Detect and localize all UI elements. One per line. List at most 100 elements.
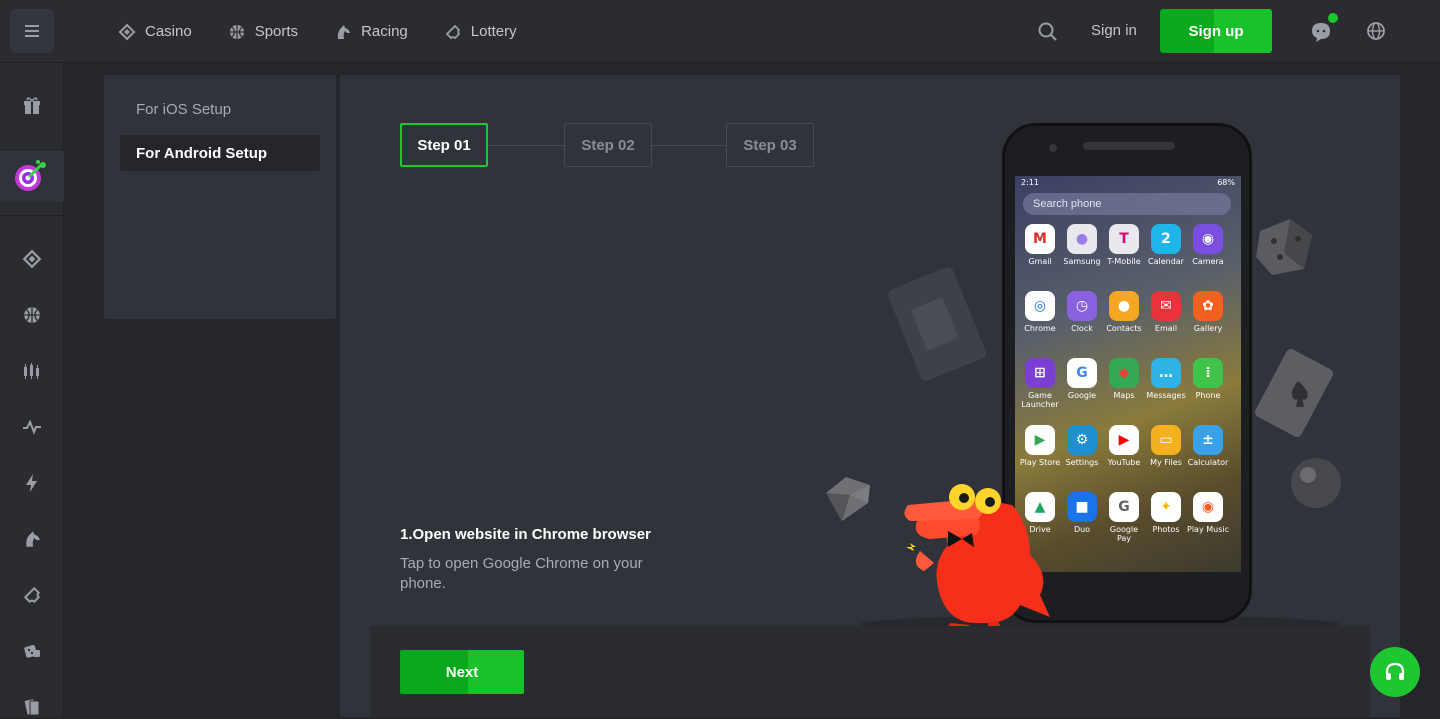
phone-camera bbox=[1049, 144, 1057, 152]
app-icon: ▶ bbox=[1109, 425, 1139, 455]
playing-card-icon bbox=[888, 267, 986, 381]
nav-racing[interactable]: Racing bbox=[334, 23, 408, 41]
sidebar bbox=[0, 63, 64, 717]
phone-illustration: 2:11 68% Search phone M Gmail ● Samsung T T-M… bbox=[810, 115, 1370, 637]
search-icon[interactable] bbox=[1036, 20, 1060, 44]
app-icon: G bbox=[1109, 492, 1139, 522]
phone-search-bar: Search phone bbox=[1023, 193, 1231, 215]
cards-icon[interactable] bbox=[20, 695, 44, 719]
android-setup-link[interactable]: For Android Setup bbox=[120, 135, 320, 171]
spade-card-icon bbox=[1254, 349, 1334, 437]
signin-link[interactable]: Sign in bbox=[1091, 22, 1137, 39]
dice-icon[interactable] bbox=[20, 639, 44, 663]
nav-sports-label: Sports bbox=[254, 23, 299, 40]
app-label: Calculator bbox=[1187, 458, 1229, 467]
support-button[interactable] bbox=[1370, 647, 1420, 697]
app-label: Photos bbox=[1152, 525, 1180, 534]
top-bar: Casino Sports Racing Lottery Sign in Sig… bbox=[0, 0, 1440, 63]
phone-app: M Gmail bbox=[1019, 224, 1061, 285]
app-icon: 2 bbox=[1151, 224, 1181, 254]
app-icon: ◆ bbox=[1109, 358, 1139, 388]
hamburger-icon bbox=[25, 25, 39, 37]
nav-casino[interactable]: Casino bbox=[118, 23, 192, 41]
phone-app: G Google Pay bbox=[1103, 492, 1145, 553]
promo-tile[interactable] bbox=[0, 150, 64, 202]
app-icon: ✿ bbox=[1193, 291, 1223, 321]
gift-icon[interactable] bbox=[20, 94, 44, 118]
app-label: T-Mobile bbox=[1107, 257, 1141, 266]
step-connector bbox=[652, 145, 726, 146]
main-nav: Casino Sports Racing Lottery bbox=[118, 0, 553, 63]
nav-lottery[interactable]: Lottery bbox=[444, 23, 517, 41]
menu-button[interactable] bbox=[10, 9, 54, 53]
step-02-tab[interactable]: Step 02 bbox=[564, 123, 652, 167]
lightning-icon[interactable] bbox=[20, 471, 44, 495]
app-icon: ✦ bbox=[1151, 492, 1181, 522]
app-label: Chrome bbox=[1024, 324, 1056, 333]
nav-casino-label: Casino bbox=[145, 23, 192, 40]
app-icon: ◎ bbox=[1025, 291, 1055, 321]
app-label: Gmail bbox=[1028, 257, 1052, 266]
gem-decor-icon bbox=[826, 477, 870, 521]
horse-icon bbox=[337, 24, 351, 39]
step-03-tab[interactable]: Step 03 bbox=[726, 123, 814, 167]
basketball-icon bbox=[229, 24, 244, 39]
app-icon: ▭ bbox=[1151, 425, 1181, 455]
app-label: Google Pay bbox=[1109, 525, 1139, 543]
app-label: Duo bbox=[1073, 525, 1091, 534]
pulse-icon[interactable] bbox=[20, 415, 44, 439]
next-button[interactable]: Next bbox=[400, 650, 524, 694]
app-icon: ⊞ bbox=[1025, 358, 1055, 388]
app-icon: ▶ bbox=[1025, 425, 1055, 455]
nav-sports[interactable]: Sports bbox=[228, 23, 298, 41]
app-label: Gallery bbox=[1193, 324, 1223, 333]
phone-app: ◉ Camera bbox=[1187, 224, 1229, 285]
target-promo-icon bbox=[15, 160, 46, 191]
candles-icon[interactable] bbox=[20, 359, 44, 383]
sidebar-ticket-icon[interactable] bbox=[20, 583, 44, 607]
sidebar-casino-icon[interactable] bbox=[20, 247, 44, 271]
ticket-icon bbox=[445, 24, 461, 39]
phone-app: 2 Calendar bbox=[1145, 224, 1187, 285]
app-icon: ● bbox=[1067, 224, 1097, 254]
phone-app: ⁞ Phone bbox=[1187, 358, 1229, 419]
phone-time: 2:11 bbox=[1021, 178, 1039, 187]
phone-app: ▶ YouTube bbox=[1103, 425, 1145, 486]
instruction-description: Tap to open Google Chrome on your phone. bbox=[400, 555, 643, 592]
nav-racing-label: Racing bbox=[361, 23, 408, 40]
app-icon: ⚙ bbox=[1067, 425, 1097, 455]
app-label: Contacts bbox=[1106, 324, 1142, 333]
setup-content: Step 01 Step 02 Step 03 2:11 68% Search … bbox=[340, 75, 1400, 717]
app-label: Maps bbox=[1113, 391, 1135, 400]
app-label: Settings bbox=[1065, 458, 1099, 467]
app-label: Phone bbox=[1195, 391, 1221, 400]
step-footer: Next bbox=[370, 626, 1370, 717]
app-icon: G bbox=[1067, 358, 1097, 388]
ball-decor-icon bbox=[1291, 458, 1341, 508]
phone-app: ± Calculator bbox=[1187, 425, 1229, 486]
step-01-tab[interactable]: Step 01 bbox=[400, 123, 488, 167]
app-icon: … bbox=[1151, 358, 1181, 388]
app-label: Play Music bbox=[1187, 525, 1229, 534]
phone-app: ▭ My Files bbox=[1145, 425, 1187, 486]
chat-icon[interactable] bbox=[1308, 19, 1334, 45]
app-icon: ■ bbox=[1067, 492, 1097, 522]
headset-icon bbox=[1385, 662, 1405, 680]
app-label: Clock bbox=[1071, 324, 1093, 333]
phone-app: ⊞ Game Launcher bbox=[1019, 358, 1061, 419]
phone-app: ● Contacts bbox=[1103, 291, 1145, 352]
ios-setup-link[interactable]: For iOS Setup bbox=[136, 101, 231, 118]
step-connector bbox=[488, 145, 564, 146]
app-icon: ● bbox=[1109, 291, 1139, 321]
nav-lottery-label: Lottery bbox=[470, 23, 517, 40]
phone-app: ✿ Gallery bbox=[1187, 291, 1229, 352]
app-label: Game Launcher bbox=[1021, 391, 1059, 409]
phone-app: … Messages bbox=[1145, 358, 1187, 419]
sidebar-sports-icon[interactable] bbox=[20, 303, 44, 327]
phone-app: G Google bbox=[1061, 358, 1103, 419]
globe-icon[interactable] bbox=[1364, 19, 1388, 43]
sidebar-horse-icon[interactable] bbox=[20, 527, 44, 551]
signup-button[interactable]: Sign up bbox=[1160, 9, 1272, 53]
app-icon: ✉ bbox=[1151, 291, 1181, 321]
app-icon: ◉ bbox=[1193, 492, 1223, 522]
